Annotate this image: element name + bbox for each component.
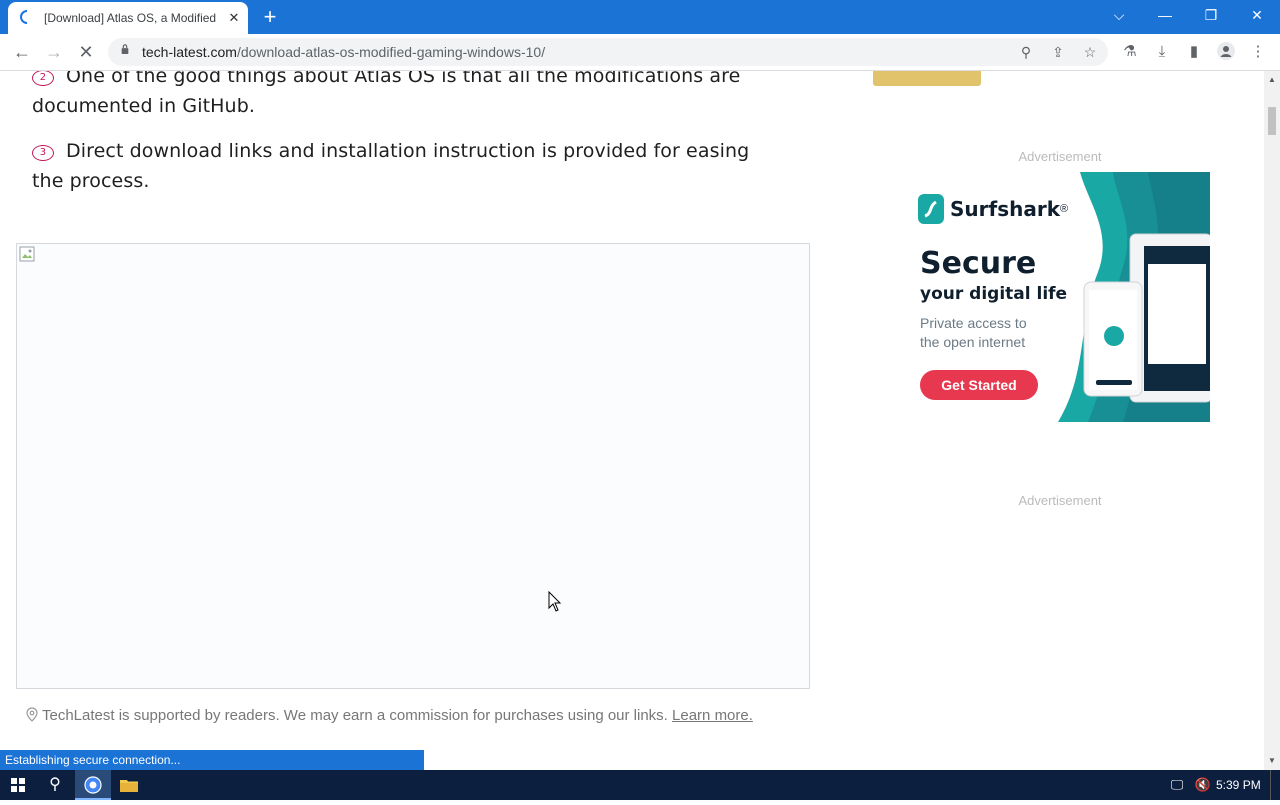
status-bubble: Establishing secure connection... (0, 750, 424, 770)
windows-logo-icon (11, 778, 25, 792)
browser-toolbar: ← → ✕ tech-latest.com/download-atlas-os-… (0, 34, 1280, 71)
location-pin-icon (26, 707, 38, 722)
new-tab-button[interactable]: + (258, 5, 282, 29)
web-page: 2 One of the good things about Atlas OS i… (0, 71, 1264, 770)
address-bar[interactable]: tech-latest.com/download-atlas-os-modifi… (108, 38, 1108, 66)
tab-close-icon[interactable]: ✕ (226, 10, 242, 26)
tab-title: [Download] Atlas OS, a Modified Gaming W… (44, 11, 220, 25)
sidebar-button[interactable] (873, 71, 981, 86)
ad-headline: Secure (920, 246, 1037, 281)
taskbar-clock[interactable]: 5:39 PM (1216, 770, 1261, 800)
taskbar-search-icon[interactable]: ⚲ (37, 770, 73, 800)
ad-brand: Surfshark (950, 197, 1061, 221)
url-text: tech-latest.com/download-atlas-os-modifi… (142, 44, 545, 60)
side-panel-icon[interactable]: ▮ (1184, 42, 1204, 62)
close-window-button[interactable]: ✕ (1234, 0, 1280, 30)
broken-image-icon (19, 246, 35, 262)
loading-spinner-icon (20, 9, 36, 27)
url-domain: tech-latest.com (142, 44, 237, 60)
title-bar: [Download] Atlas OS, a Modified Gaming W… (0, 0, 1280, 34)
browser-tab[interactable]: [Download] Atlas OS, a Modified Gaming W… (8, 2, 248, 34)
stop-loading-button[interactable]: ✕ (72, 38, 100, 66)
search-icon[interactable]: ⚲ (1016, 42, 1036, 62)
minimize-button[interactable]: — (1142, 0, 1188, 30)
bookmark-star-icon[interactable]: ☆ (1080, 42, 1100, 62)
page-scrollbar[interactable]: ▲ ▼ (1264, 71, 1280, 770)
extensions-icon[interactable]: ⚗ (1120, 42, 1140, 62)
surfshark-logo-icon (918, 194, 944, 224)
back-button[interactable]: ← (8, 38, 36, 66)
profile-avatar-icon[interactable] (1216, 42, 1236, 62)
taskbar-chrome-icon[interactable] (75, 770, 111, 800)
ad-body-line: Private access to (920, 315, 1027, 331)
lock-icon (121, 44, 129, 54)
scroll-down-arrow-icon[interactable]: ▼ (1264, 754, 1280, 768)
chrome-logo-icon (84, 776, 102, 794)
surfshark-ad[interactable]: Surfshark ® Secure your digital life Priv… (908, 172, 1210, 422)
taskbar: ⚲ 🖵 🔇 5:39 PM (0, 770, 1280, 800)
forward-button[interactable]: → (40, 38, 68, 66)
scroll-up-arrow-icon[interactable]: ▲ (1264, 73, 1280, 87)
menu-icon[interactable]: ⋮ (1248, 42, 1268, 62)
download-icon[interactable]: ⤓ (1152, 42, 1172, 62)
restore-button[interactable]: ❐ (1188, 0, 1234, 30)
ad-subheadline: your digital life (920, 284, 1068, 304)
mouse-cursor-icon (548, 591, 562, 612)
ad-body-line: the open internet (920, 334, 1026, 350)
list-item-text: One of the good things about Atlas OS is… (32, 71, 741, 117)
advertisement-label: Advertisement (1018, 493, 1102, 508)
list-item: 2 One of the good things about Atlas OS i… (32, 71, 772, 121)
volume-muted-icon[interactable]: 🔇 (1190, 770, 1216, 800)
taskbar-file-explorer-icon[interactable] (111, 770, 147, 800)
scrollbar-thumb[interactable] (1268, 107, 1276, 135)
disclaimer-text: TechLatest is supported by readers. We m… (42, 707, 668, 724)
learn-more-link[interactable]: Learn more. (672, 707, 753, 724)
number-badge: 2 (32, 71, 54, 86)
show-desktop-button[interactable] (1270, 770, 1280, 800)
article-image-placeholder (16, 243, 810, 689)
ad-get-started-button[interactable]: Get Started (920, 370, 1038, 400)
list-item-text: Direct download links and installation i… (32, 140, 750, 192)
url-path: /download-atlas-os-modified-gaming-windo… (236, 44, 546, 60)
number-badge: 3 (32, 145, 54, 161)
affiliate-disclaimer: TechLatest is supported by readers. We m… (26, 707, 753, 724)
ad-logo: Surfshark ® (918, 194, 1068, 224)
advertisement-label: Advertisement (1018, 149, 1102, 164)
folder-icon (120, 780, 138, 792)
network-icon[interactable]: 🖵 (1164, 770, 1190, 800)
list-item: 3 Direct download links and installation … (32, 136, 772, 196)
start-button[interactable] (0, 770, 36, 800)
ad-body: Private access to the open internet (920, 314, 1027, 352)
tab-search-icon[interactable]: ⌵ (1096, 0, 1142, 30)
share-icon[interactable]: ⇪ (1048, 42, 1068, 62)
ad-registered-mark: ® (1060, 203, 1069, 215)
